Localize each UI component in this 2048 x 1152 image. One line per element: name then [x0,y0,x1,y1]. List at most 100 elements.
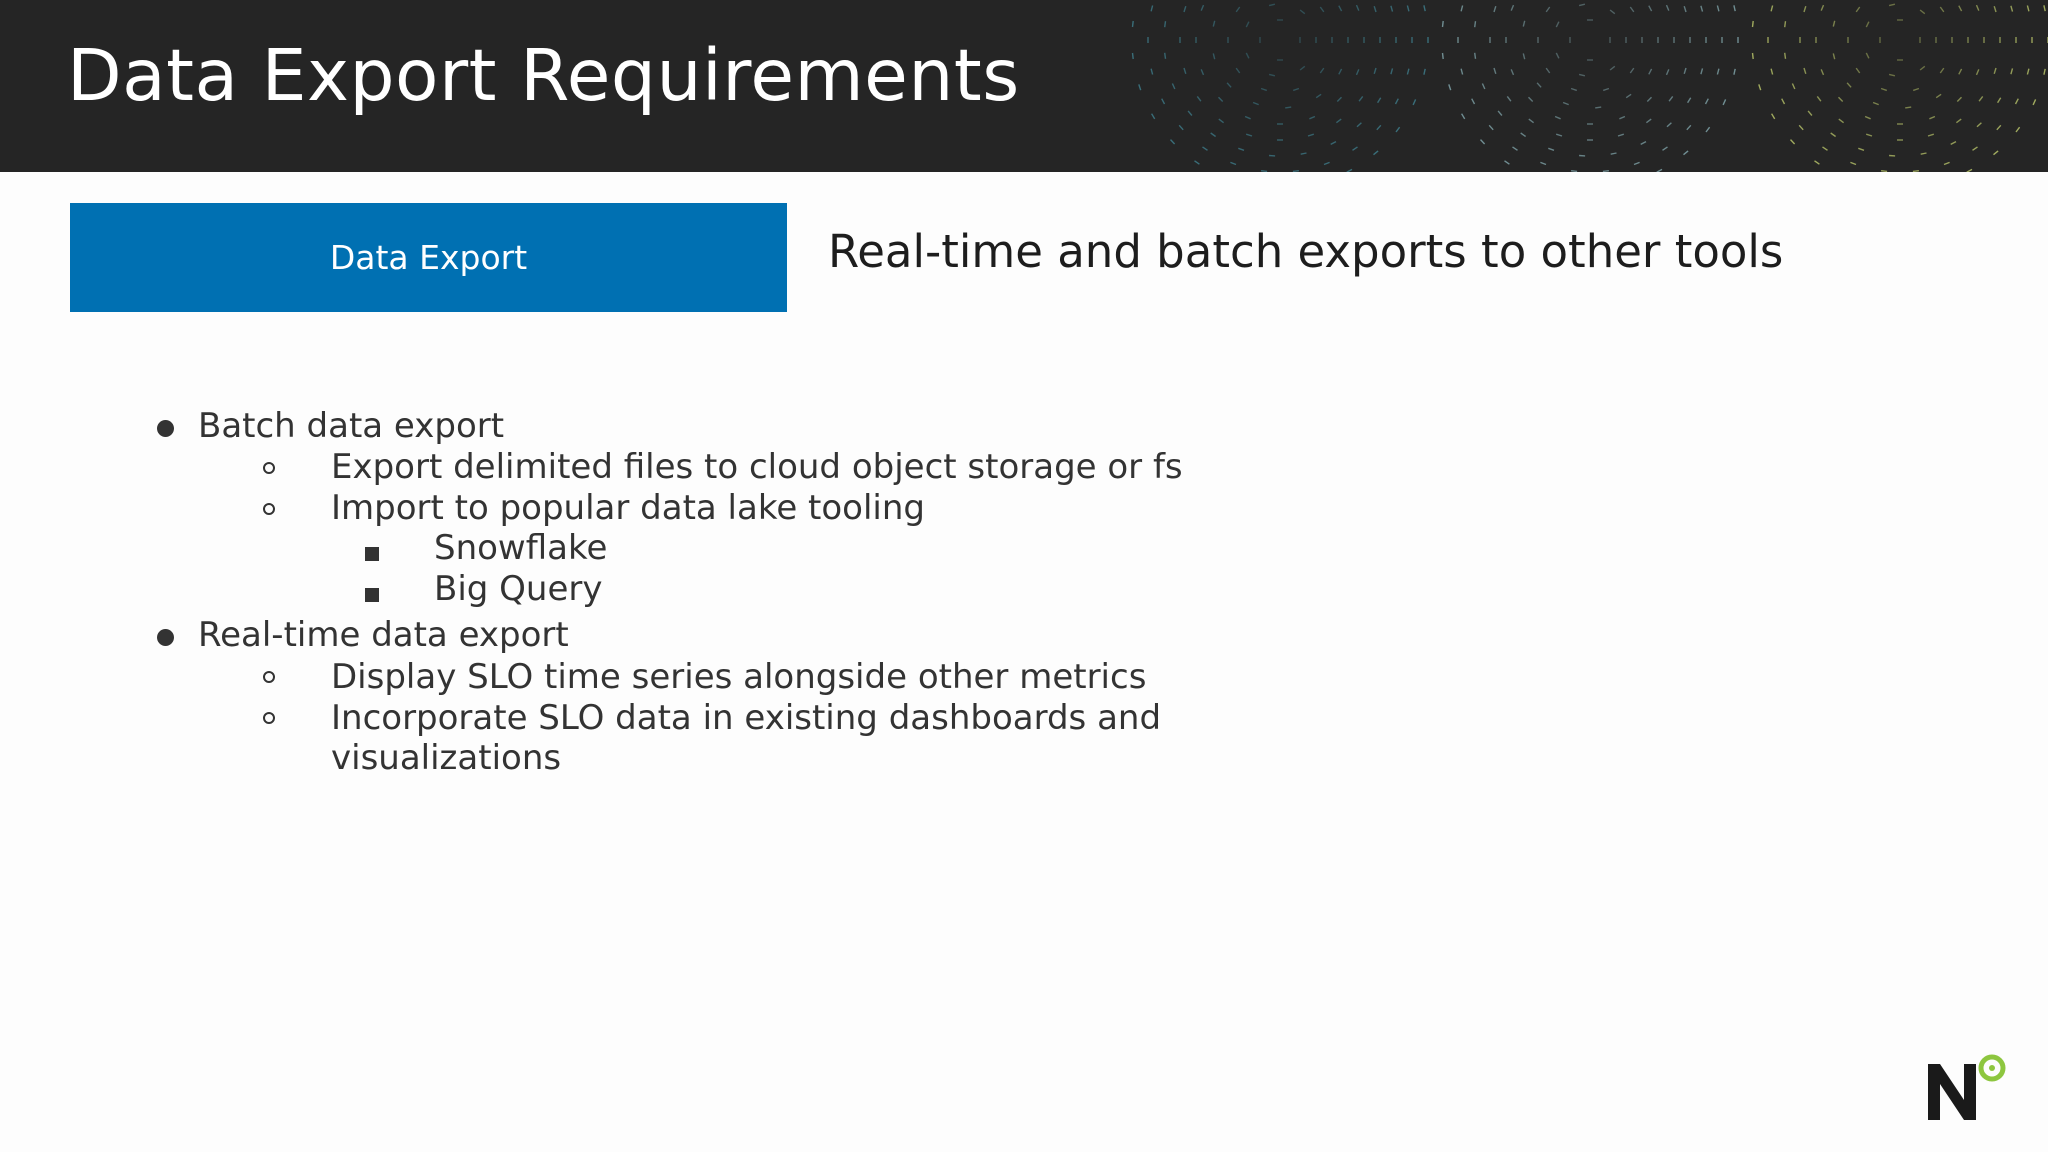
pattern-dash [1578,73,1586,77]
pattern-dash [1218,96,1224,102]
pattern-dash [1150,5,1154,12]
pattern-dash [1194,160,1200,165]
pattern-dash [1683,67,1687,75]
pattern-dash [1609,65,1616,71]
pattern-dash [1488,124,1494,131]
pattern-dash [1865,21,1870,28]
pattern-dash [1880,87,1888,92]
pattern-dash [1555,133,1563,137]
pattern-dash [1803,5,1807,13]
pattern-dash [1993,5,1997,13]
pattern-dash [1268,73,1276,77]
list-item-continuation: visualizations [331,738,562,778]
pattern-dash [1260,87,1268,92]
pattern-dash [1830,132,1837,138]
pattern-dash [2043,68,2046,75]
pattern-dash [1338,68,1343,75]
pattern-dash [1202,146,1208,151]
pattern-dash [1816,95,1822,102]
pattern-dash [1562,101,1569,106]
nobl9-logo-icon [1928,1054,2006,1120]
pattern-dash [1358,95,1364,102]
pattern-dash [1881,170,1888,172]
pattern-dash [1996,124,2002,131]
pattern-dash [1506,95,1512,102]
pattern-dash [1545,6,1551,13]
pattern-dash [1522,20,1526,27]
pattern-dash [1315,93,1322,99]
pattern-dash [1230,161,1237,166]
pattern-dash [1822,146,1828,151]
pattern-dash [1662,146,1668,151]
pattern-dash [1668,95,1674,102]
pattern-dash [1920,152,1927,155]
pattern-dash [1770,68,1774,75]
pattern-dash [1510,4,1515,11]
pattern-dash [1975,4,1980,11]
pattern-dash [1161,98,1166,105]
pattern-dash [1545,67,1551,74]
pattern-dash [1888,3,1896,7]
bullet-square-icon [365,588,379,602]
category-label: Data Export [329,238,528,277]
pattern-dash [1820,69,1825,76]
pattern-dash [1646,96,1652,102]
pattern-dash [1200,4,1205,11]
pattern-dash [1919,65,1926,71]
pattern-dash [1235,6,1241,13]
pattern-dash [1210,132,1217,138]
pattern-dash [1770,5,1774,12]
pattern-dash [2014,98,2019,105]
pattern-dash [1905,106,1912,109]
pattern-dash [1850,161,1857,166]
pattern-dash [1609,9,1616,15]
pattern-dash [1395,126,1401,133]
pattern-dash [1619,115,1626,120]
pattern-dash [1150,113,1156,120]
pattern-dash [1338,5,1343,12]
pattern-dash [1665,69,1670,76]
pattern-dash [1927,133,1935,137]
pattern-dash [1376,124,1382,131]
pattern-dash [1888,73,1896,77]
pattern-dash [1479,139,1486,145]
pattern-dash [1610,152,1617,155]
pattern-dash [1540,161,1547,166]
pattern-dash [1716,68,1720,75]
pattern-dash [1460,5,1464,12]
pattern-dash [1244,115,1251,120]
category-label-box: Data Export [70,203,787,312]
pattern-dash [1578,3,1586,7]
pattern-dash [1309,115,1316,120]
pattern-dash [1471,98,1476,105]
pattern-dash [1781,98,1786,105]
pattern-dash [1138,84,1142,91]
slide-subtitle: Real-time and batch exports to other too… [828,225,1784,278]
pattern-dash [1252,101,1259,106]
pattern-dash [1460,68,1464,75]
pattern-dash [1235,67,1241,74]
pattern-dash [1838,96,1844,102]
pattern-dash [1261,170,1268,172]
pattern-dash [1245,52,1250,59]
pattern-dash [1406,68,1410,75]
pattern-dash [1346,168,1353,172]
pattern-dash [1855,67,1861,74]
pattern-dash [1939,67,1945,74]
pattern-dash [1966,168,1973,172]
pattern-dash [1285,106,1292,109]
pattern-dash [1595,106,1602,109]
pattern-dash [1268,3,1276,7]
pattern-dash [1319,67,1325,74]
pattern-dash [1645,118,1652,124]
pattern-dash [1493,5,1497,13]
pattern-dash [1307,133,1315,137]
pattern-dash [1633,161,1640,166]
pattern-dash [1187,110,1193,116]
pattern-dash [1958,68,1963,75]
pattern-dash [2010,68,2014,75]
pattern-dash [1131,52,1134,60]
pattern-dash [1406,5,1410,12]
pattern-dash [1733,68,1736,75]
pattern-dash [1975,69,1980,76]
